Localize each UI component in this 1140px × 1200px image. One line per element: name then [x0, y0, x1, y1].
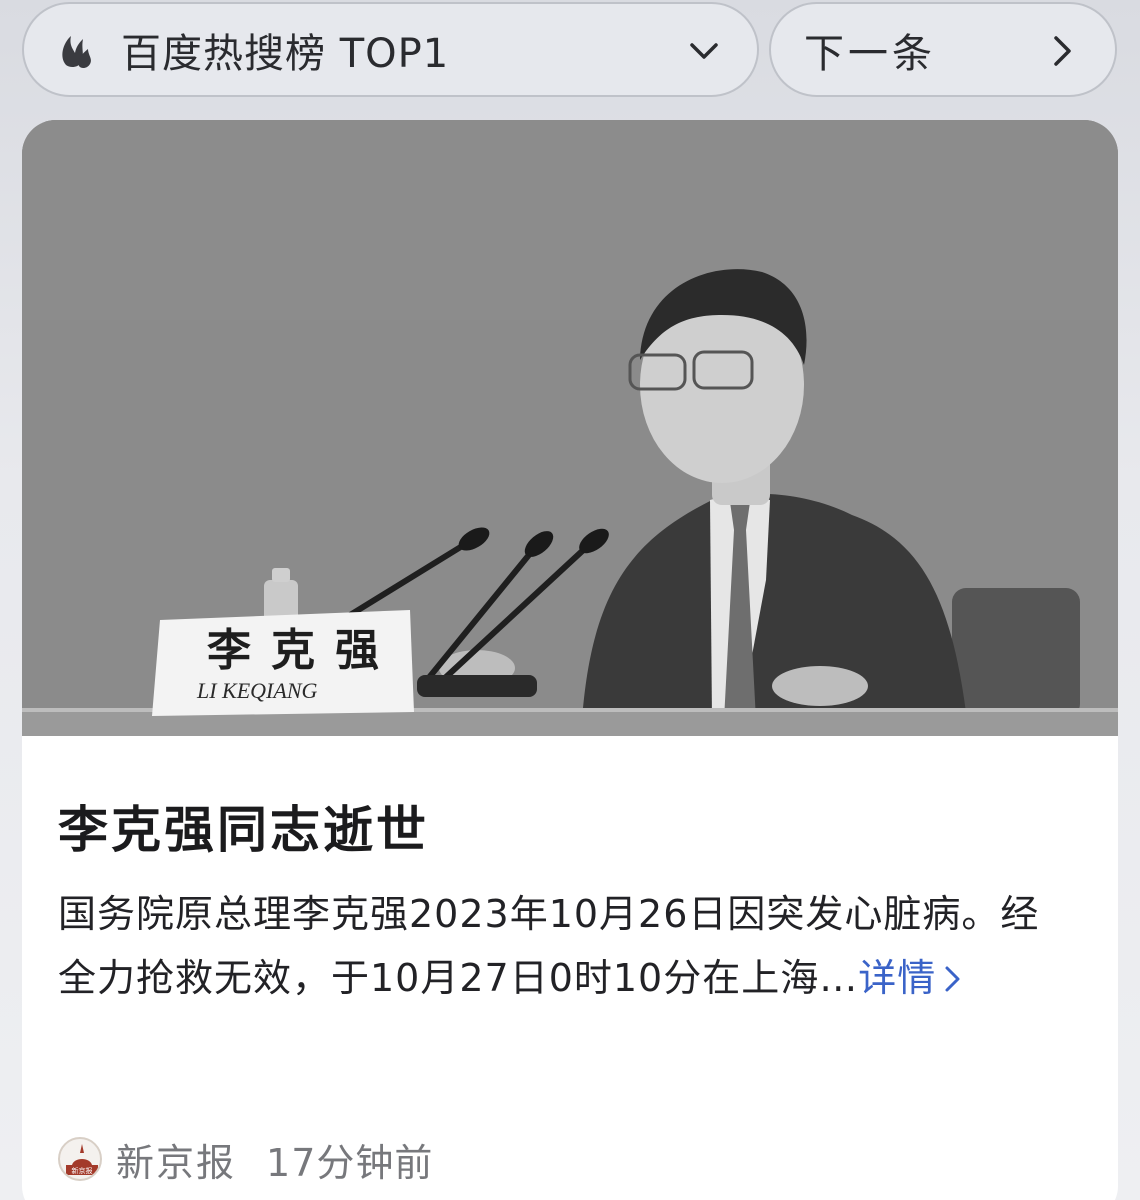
news-photo[interactable]: 李克强 LI KEQIANG: [22, 120, 1118, 736]
source-name: 新京报: [116, 1140, 237, 1185]
news-source[interactable]: 新京报 新京报 17分钟前: [58, 1136, 433, 1185]
baidu-flame-icon: [62, 35, 91, 68]
chevron-right-icon[interactable]: [1045, 34, 1079, 68]
details-link[interactable]: 详情: [858, 956, 964, 1000]
details-link-label: 详情: [858, 956, 937, 1000]
news-summary: 国务院原总理李克强2023年10月26日因突发心脏病。经全力抢救无效，于10月2…: [58, 882, 1068, 1010]
hot-search-label: 百度热搜榜 TOP1: [121, 30, 450, 77]
news-card[interactable]: 李克强 LI KEQIANG 李克强同志逝世 国务院原总理李克强2023年10月…: [22, 120, 1118, 1200]
source-logo: 新京报: [58, 1137, 102, 1181]
page: 百度热搜榜 TOP1 下一条 李克强 LI KEQIANG 李克强同志逝世 国务…: [0, 0, 1140, 1200]
nameplate-english: LI KEQIANG: [196, 678, 318, 703]
next-item-button[interactable]: 下一条: [769, 2, 1117, 97]
publish-time: 17分钟前: [266, 1140, 434, 1185]
svg-text:新京报: 新京报: [72, 1166, 93, 1175]
next-label: 下一条: [804, 30, 936, 77]
nameplate-chinese: 李克强: [207, 625, 399, 676]
hot-search-dropdown[interactable]: 百度热搜榜 TOP1: [22, 2, 759, 97]
news-headline[interactable]: 李克强同志逝世: [58, 790, 429, 862]
chevron-down-icon[interactable]: [687, 34, 721, 68]
chevron-right-icon: [945, 966, 960, 992]
